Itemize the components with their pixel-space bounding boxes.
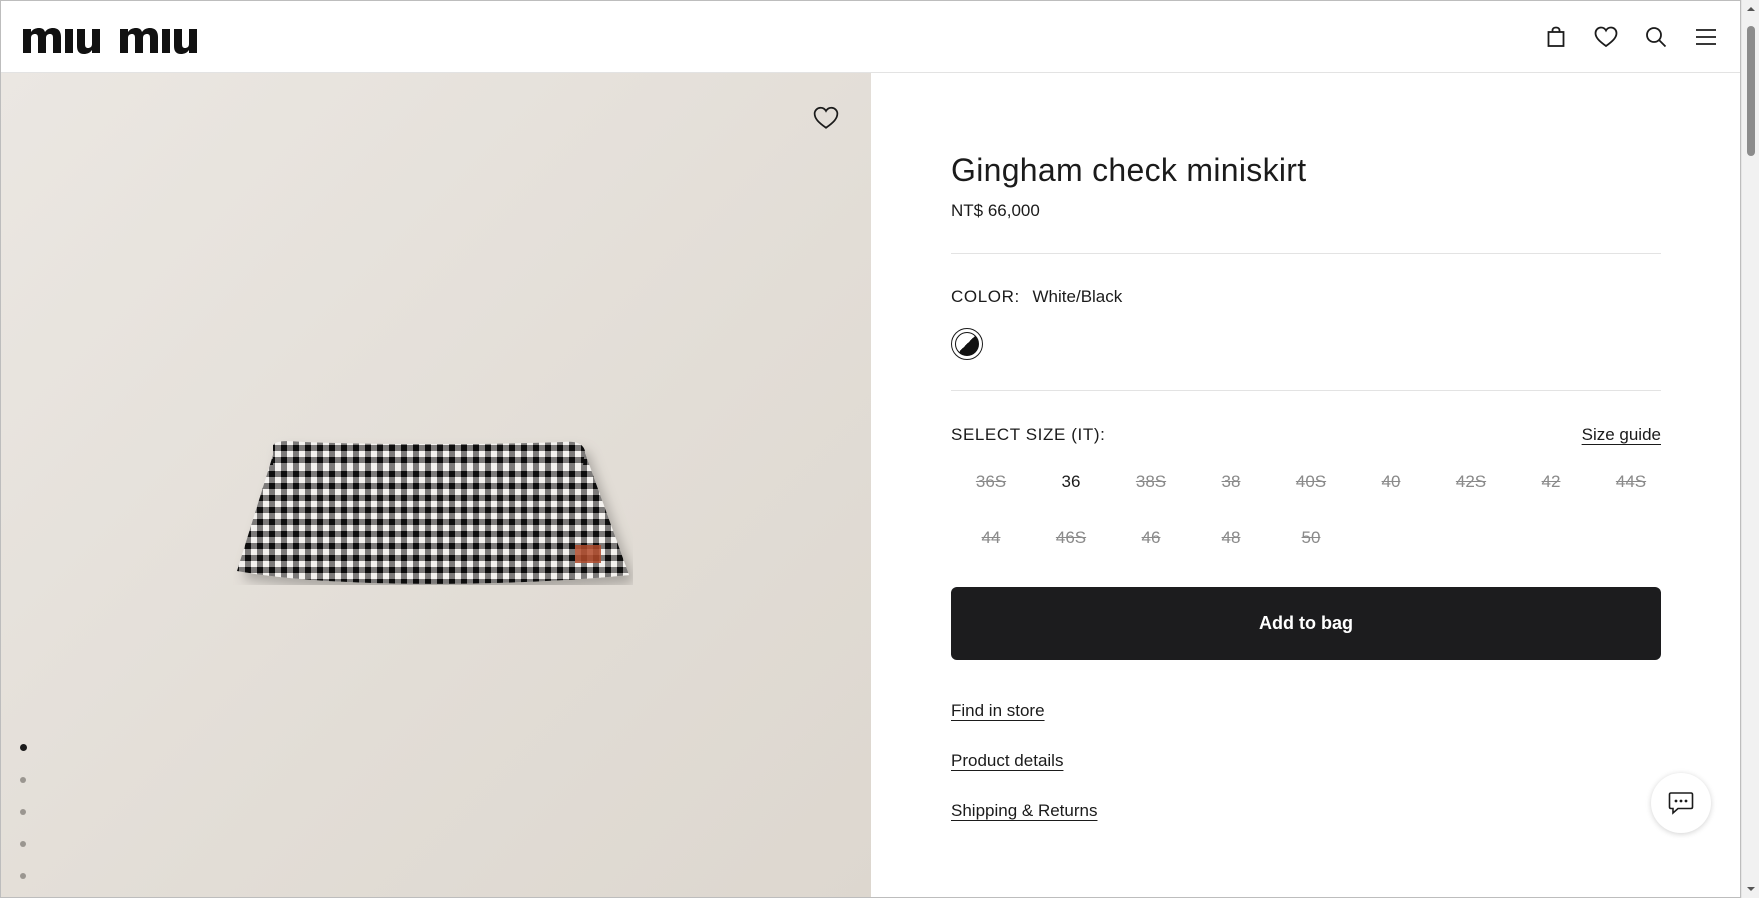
add-to-bag-button[interactable]: Add to bag (951, 587, 1661, 660)
product-image-skirt (233, 385, 633, 585)
scroll-up-arrow-icon[interactable] (1746, 4, 1756, 14)
gallery-dot-1[interactable] (20, 744, 27, 751)
logo-wordmark (23, 28, 197, 54)
size-option-48[interactable]: 48 (1191, 513, 1271, 563)
miu-miu-logo[interactable] (23, 19, 213, 55)
size-option-40s[interactable]: 40S (1271, 457, 1351, 507)
gallery-dot-5[interactable] (20, 873, 26, 879)
size-option-46s[interactable]: 46S (1031, 513, 1111, 563)
heart-icon[interactable] (1594, 23, 1618, 51)
page-scrollbar[interactable] (1741, 0, 1759, 898)
size-guide-link[interactable]: Size guide (1582, 425, 1661, 445)
size-label: SELECT SIZE (IT): (951, 425, 1106, 444)
find-in-store-link[interactable]: Find in store (951, 701, 1045, 721)
divider (951, 390, 1661, 391)
chat-button[interactable] (1651, 773, 1711, 833)
color-value: White/Black (1032, 287, 1123, 306)
shopping-bag-icon[interactable] (1544, 23, 1568, 51)
gallery-dot-4[interactable] (20, 841, 26, 847)
logo-patch (575, 545, 601, 563)
size-option-38s[interactable]: 38S (1111, 457, 1191, 507)
size-option-36[interactable]: 36 (1031, 457, 1111, 507)
size-grid: 36S 36 38S 38 40S 40 42S 42 44S 44 46S 46 48 50 (951, 457, 1671, 563)
scrollbar-thumb[interactable] (1747, 26, 1755, 156)
size-option-36s[interactable]: 36S (951, 457, 1031, 507)
product-details-link[interactable]: Product details (951, 751, 1063, 771)
gallery-dot-2[interactable] (20, 777, 26, 783)
site-header (1, 1, 1740, 73)
product-title: Gingham check miniskirt (951, 152, 1307, 188)
size-option-44[interactable]: 44 (951, 513, 1031, 563)
search-icon[interactable] (1644, 23, 1668, 51)
menu-icon[interactable] (1694, 23, 1718, 51)
product-price: NT$ 66,000 (951, 201, 1040, 220)
size-option-50[interactable]: 50 (1271, 513, 1351, 563)
gallery-pagination (20, 744, 27, 879)
color-selector: COLOR: White/Black (951, 287, 1122, 307)
gallery-dot-3[interactable] (20, 809, 26, 815)
size-option-40[interactable]: 40 (1351, 457, 1431, 507)
swatch-fill (955, 332, 979, 356)
size-option-38[interactable]: 38 (1191, 457, 1271, 507)
color-label: COLOR: (951, 287, 1020, 306)
scroll-down-arrow-icon[interactable] (1746, 884, 1756, 894)
color-swatch-white-black[interactable] (951, 328, 983, 360)
size-option-46[interactable]: 46 (1111, 513, 1191, 563)
page: Gingham check miniskirt NT$ 66,000 COLOR… (0, 0, 1741, 898)
size-option-44s[interactable]: 44S (1591, 457, 1671, 507)
add-to-wishlist-heart-icon[interactable] (813, 106, 841, 134)
header-actions (1544, 23, 1718, 51)
divider (951, 253, 1661, 254)
product-image-gallery[interactable] (1, 73, 871, 897)
size-option-42s[interactable]: 42S (1431, 457, 1511, 507)
size-option-42[interactable]: 42 (1511, 457, 1591, 507)
shipping-returns-link[interactable]: Shipping & Returns (951, 801, 1097, 821)
chat-bubble-icon (1668, 792, 1694, 815)
